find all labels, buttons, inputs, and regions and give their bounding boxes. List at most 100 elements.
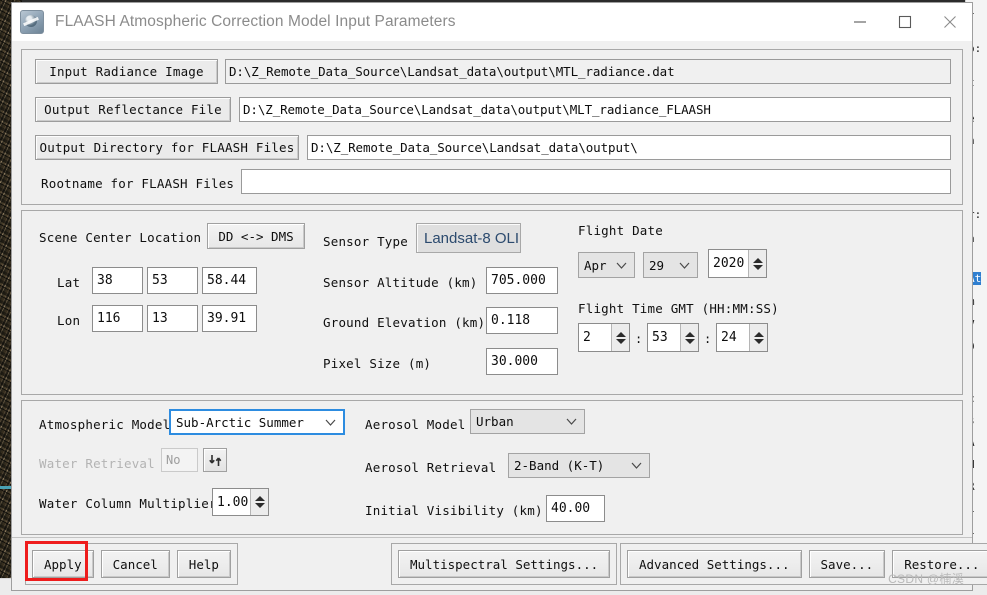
- output-directory-label: Output Directory for FLAASH Files: [39, 140, 295, 155]
- minimize-button[interactable]: [837, 3, 882, 40]
- arrow-up-icon: [615, 331, 626, 337]
- chevron-down-icon: [325, 419, 336, 426]
- flaash-app-icon: [20, 9, 44, 34]
- flight-hour-value: 2: [583, 330, 591, 345]
- atmospheric-model-label: Atmospheric Model: [39, 417, 171, 432]
- flight-year-spinner[interactable]: 2020: [708, 249, 767, 278]
- aerosol-retrieval-select[interactable]: 2-Band (K-T): [508, 453, 650, 478]
- lon-label: Lon: [57, 313, 81, 328]
- water-retrieval-toggle-button[interactable]: [203, 448, 227, 472]
- flight-second-stepper[interactable]: [749, 324, 767, 351]
- arrow-down-icon: [753, 338, 764, 344]
- lon-degrees-input[interactable]: 116: [92, 305, 143, 332]
- aerosol-retrieval-value: 2-Band (K-T): [514, 458, 605, 473]
- water-retrieval-value-box: No: [161, 448, 198, 472]
- lon-seconds-input[interactable]: 39.91: [202, 305, 257, 332]
- initial-visibility-value: 40.00: [551, 501, 591, 516]
- output-directory-label-button[interactable]: Output Directory for FLAASH Files: [35, 135, 299, 160]
- flight-hour-spinner[interactable]: 2: [578, 323, 630, 352]
- pixel-size-input[interactable]: 30.000: [486, 348, 558, 375]
- input-radiance-value: D:\Z_Remote_Data_Source\Landsat_data\out…: [229, 64, 675, 79]
- advanced-settings-label: Advanced Settings...: [639, 556, 790, 572]
- output-directory-field[interactable]: D:\Z_Remote_Data_Source\Landsat_data\out…: [307, 135, 951, 160]
- dd-dms-label: DD <-> DMS: [218, 228, 294, 244]
- multispectral-settings-button[interactable]: Multispectral Settings...: [398, 550, 611, 578]
- lat-label: Lat: [57, 275, 81, 290]
- lat-minutes-input[interactable]: 53: [147, 267, 198, 294]
- lat-seconds-input[interactable]: 58.44: [202, 267, 257, 294]
- arrow-up-icon: [254, 496, 265, 501]
- arrow-down-icon: [615, 338, 626, 344]
- pixel-size-value: 30.000: [491, 354, 538, 369]
- lat-degrees-input[interactable]: 38: [92, 267, 143, 294]
- window-title: FLAASH Atmospheric Correction Model Inpu…: [55, 12, 456, 30]
- lon-degrees-value: 116: [97, 311, 121, 326]
- atmospheric-model-select[interactable]: Sub-Arctic Summer: [169, 409, 345, 435]
- screen: i o: t e n r: a At m V D c s A N R i i C…: [0, 0, 987, 595]
- water-column-multiplier-spinner[interactable]: 1.00: [212, 488, 269, 516]
- flight-time-label: Flight Time GMT (HH:MM:SS): [578, 301, 779, 316]
- arrow-down-icon: [752, 264, 763, 270]
- ground-elevation-label: Ground Elevation (km): [323, 315, 486, 330]
- water-retrieval-value: No: [166, 453, 181, 467]
- lat-seconds-value: 58.44: [207, 273, 247, 288]
- flight-minute-stepper[interactable]: [680, 324, 698, 351]
- help-button[interactable]: Help: [176, 550, 231, 578]
- title-bar[interactable]: FLAASH Atmospheric Correction Model Inpu…: [12, 3, 972, 41]
- water-column-multiplier-stepper[interactable]: [250, 489, 268, 515]
- aerosol-model-value: Urban: [476, 414, 514, 429]
- output-directory-value: D:\Z_Remote_Data_Source\Landsat_data\out…: [311, 140, 638, 155]
- input-radiance-label-button[interactable]: Input Radiance Image: [35, 59, 218, 84]
- apply-label: Apply: [44, 556, 82, 572]
- initial-visibility-input[interactable]: 40.00: [546, 495, 605, 522]
- chevron-down-icon: [566, 418, 577, 425]
- csdn-watermark: CSDN @楠溪: [888, 572, 964, 586]
- pixel-size-label: Pixel Size (m): [323, 356, 432, 371]
- lon-minutes-input[interactable]: 13: [147, 305, 198, 332]
- chevron-down-icon: [631, 462, 642, 469]
- scene-center-label: Scene Center Location: [39, 230, 202, 245]
- flight-month-select[interactable]: Apr: [578, 252, 635, 278]
- ground-elevation-input[interactable]: 0.118: [486, 307, 558, 334]
- close-button[interactable]: [927, 3, 972, 40]
- output-reflectance-field[interactable]: D:\Z_Remote_Data_Source\Landsat_data\out…: [239, 97, 951, 122]
- maximize-button[interactable]: [882, 3, 927, 40]
- save-button[interactable]: Save...: [808, 550, 886, 578]
- flight-minute-spinner[interactable]: 53: [647, 323, 699, 352]
- lon-minutes-value: 13: [152, 311, 168, 326]
- sensor-type-label: Sensor Type: [323, 234, 408, 249]
- sensor-altitude-input[interactable]: 705.000: [486, 267, 558, 294]
- window-controls: [837, 3, 972, 40]
- flight-year-stepper[interactable]: [748, 250, 766, 277]
- left-button-group: Apply Cancel Help: [25, 543, 238, 585]
- updown-arrows-icon: [208, 454, 221, 466]
- chevron-down-icon: [679, 262, 690, 269]
- sensor-type-value: Landsat-8 OLI: [424, 229, 520, 247]
- aerosol-model-select[interactable]: Urban: [470, 409, 585, 434]
- arrow-down-icon: [254, 503, 265, 508]
- dialog-button-bar: Apply Cancel Help Multispectral Settings…: [12, 537, 987, 590]
- file-paths-panel: Input Radiance Image D:\Z_Remote_Data_So…: [21, 49, 963, 205]
- cancel-button[interactable]: Cancel: [100, 550, 170, 578]
- aerosol-model-label: Aerosol Model: [365, 417, 466, 432]
- flight-day-select[interactable]: 29: [643, 252, 698, 278]
- advanced-settings-button[interactable]: Advanced Settings...: [627, 550, 802, 578]
- save-label: Save...: [820, 556, 874, 572]
- flight-day-value: 29: [649, 257, 665, 273]
- lat-minutes-value: 53: [152, 273, 168, 288]
- initial-visibility-label: Initial Visibility (km): [365, 503, 543, 518]
- apply-button[interactable]: Apply: [32, 550, 94, 578]
- dd-dms-toggle-button[interactable]: DD <-> DMS: [207, 223, 305, 249]
- aerosol-retrieval-label: Aerosol Retrieval: [365, 460, 497, 475]
- flight-hour-stepper[interactable]: [611, 324, 629, 351]
- arrow-up-icon: [752, 257, 763, 263]
- flaash-dialog: FLAASH Atmospheric Correction Model Inpu…: [11, 2, 987, 591]
- water-retrieval-label: Water Retrieval: [39, 456, 155, 471]
- output-reflectance-label-button[interactable]: Output Reflectance File: [35, 97, 231, 122]
- help-label: Help: [188, 556, 219, 572]
- flight-second-spinner[interactable]: 24: [716, 323, 768, 352]
- rootname-field[interactable]: [241, 169, 951, 194]
- input-radiance-field[interactable]: D:\Z_Remote_Data_Source\Landsat_data\out…: [225, 59, 951, 84]
- ground-elevation-value: 0.118: [491, 313, 531, 328]
- lat-degrees-value: 38: [97, 273, 113, 288]
